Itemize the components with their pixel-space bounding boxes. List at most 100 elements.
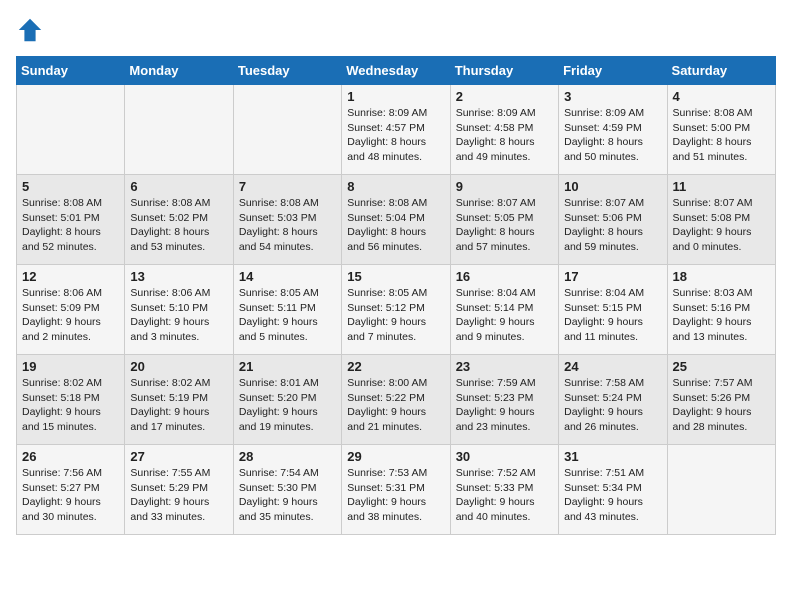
calendar-cell: 21Sunrise: 8:01 AM Sunset: 5:20 PM Dayli… [233,355,341,445]
day-info: Sunrise: 8:08 AM Sunset: 5:03 PM Dayligh… [239,196,336,255]
day-info: Sunrise: 7:56 AM Sunset: 5:27 PM Dayligh… [22,466,119,525]
calendar-cell: 13 Sunrise: 8:06 AM Sunset: 5:10 PM Dayli… [125,265,233,355]
day-number: 30 [456,449,553,464]
calendar-cell: 18 Sunrise: 8:03 AM Sunset: 5:16 PM Dayli… [667,265,775,355]
calendar-cell: 29Sunrise: 7:53 AM Sunset: 5:31 PM Dayli… [342,445,450,535]
calendar-cell: 4Sunrise: 8:08 AM Sunset: 5:00 PM Daylig… [667,85,775,175]
day-info: Sunrise: 7:51 AM Sunset: 5:34 PM Dayligh… [564,466,661,525]
weekday-sunday: Sunday [17,57,125,85]
day-number: 7 [239,179,336,194]
calendar-cell: 27Sunrise: 7:55 AM Sunset: 5:29 PM Dayli… [125,445,233,535]
calendar-cell: 9 Sunrise: 8:07 AM Sunset: 5:05 PM Daylig… [450,175,558,265]
day-info: Sunrise: 8:02 AM Sunset: 5:19 PM Dayligh… [130,376,227,435]
weekday-saturday: Saturday [667,57,775,85]
day-number: 22 [347,359,444,374]
day-info: Sunrise: 8:00 AM Sunset: 5:22 PM Dayligh… [347,376,444,435]
day-number: 6 [130,179,227,194]
day-info: Sunrise: 8:09 AM Sunset: 4:57 PM Dayligh… [347,106,444,165]
day-number: 26 [22,449,119,464]
day-info: Sunrise: 8:06 AM Sunset: 5:10 PM Dayligh… [130,286,227,345]
day-number: 10 [564,179,661,194]
calendar-cell: 25 Sunrise: 7:57 AM Sunset: 5:26 PM Dayli… [667,355,775,445]
day-info: Sunrise: 8:05 AM Sunset: 5:11 PM Dayligh… [239,286,336,345]
day-info: Sunrise: 7:57 AM Sunset: 5:26 PM Dayligh… [673,376,770,435]
calendar-cell: 10 Sunrise: 8:07 AM Sunset: 5:06 PM Dayli… [559,175,667,265]
day-number: 2 [456,89,553,104]
calendar-cell: 8 Sunrise: 8:08 AM Sunset: 5:04 PM Daylig… [342,175,450,265]
day-number: 11 [673,179,770,194]
day-number: 8 [347,179,444,194]
calendar-cell: 17 Sunrise: 8:04 AM Sunset: 5:15 PM Dayli… [559,265,667,355]
calendar-week-3: 12 Sunrise: 8:06 AM Sunset: 5:09 PM Dayli… [17,265,776,355]
day-info: Sunrise: 7:54 AM Sunset: 5:30 PM Dayligh… [239,466,336,525]
day-info: Sunrise: 8:06 AM Sunset: 5:09 PM Dayligh… [22,286,119,345]
day-number: 14 [239,269,336,284]
weekday-thursday: Thursday [450,57,558,85]
day-info: Sunrise: 8:02 AM Sunset: 5:18 PM Dayligh… [22,376,119,435]
calendar-week-4: 19 Sunrise: 8:02 AM Sunset: 5:18 PM Dayli… [17,355,776,445]
calendar-cell: 5 Sunrise: 8:08 AM Sunset: 5:01 PM Daylig… [17,175,125,265]
calendar-cell: 1 Sunrise: 8:09 AM Sunset: 4:57 PM Daylig… [342,85,450,175]
day-info: Sunrise: 8:07 AM Sunset: 5:08 PM Dayligh… [673,196,770,255]
day-info: Sunrise: 8:09 AM Sunset: 4:58 PM Dayligh… [456,106,553,165]
calendar-body: 1 Sunrise: 8:09 AM Sunset: 4:57 PM Daylig… [17,85,776,535]
day-info: Sunrise: 8:07 AM Sunset: 5:06 PM Dayligh… [564,196,661,255]
calendar-cell: 3 Sunrise: 8:09 AM Sunset: 4:59 PM Daylig… [559,85,667,175]
day-info: Sunrise: 7:59 AM Sunset: 5:23 PM Dayligh… [456,376,553,435]
calendar-cell: 31Sunrise: 7:51 AM Sunset: 5:34 PM Dayli… [559,445,667,535]
day-info: Sunrise: 8:05 AM Sunset: 5:12 PM Dayligh… [347,286,444,345]
weekday-monday: Monday [125,57,233,85]
calendar-cell: 16Sunrise: 8:04 AM Sunset: 5:14 PM Dayli… [450,265,558,355]
day-number: 4 [673,89,770,104]
day-number: 21 [239,359,336,374]
calendar-cell: 14 Sunrise: 8:05 AM Sunset: 5:11 PM Dayli… [233,265,341,355]
day-info: Sunrise: 7:55 AM Sunset: 5:29 PM Dayligh… [130,466,227,525]
day-info: Sunrise: 8:07 AM Sunset: 5:05 PM Dayligh… [456,196,553,255]
calendar-cell: 12 Sunrise: 8:06 AM Sunset: 5:09 PM Dayli… [17,265,125,355]
day-number: 15 [347,269,444,284]
day-number: 25 [673,359,770,374]
page-header [16,16,776,44]
calendar-cell: 26 Sunrise: 7:56 AM Sunset: 5:27 PM Dayli… [17,445,125,535]
day-number: 17 [564,269,661,284]
day-info: Sunrise: 8:08 AM Sunset: 5:04 PM Dayligh… [347,196,444,255]
calendar-cell: 19 Sunrise: 8:02 AM Sunset: 5:18 PM Dayli… [17,355,125,445]
day-number: 3 [564,89,661,104]
day-number: 23 [456,359,553,374]
day-number: 5 [22,179,119,194]
calendar-cell: 24Sunrise: 7:58 AM Sunset: 5:24 PM Dayli… [559,355,667,445]
day-number: 1 [347,89,444,104]
calendar-cell [125,85,233,175]
day-number: 20 [130,359,227,374]
calendar-cell: 6 Sunrise: 8:08 AM Sunset: 5:02 PM Daylig… [125,175,233,265]
day-info: Sunrise: 8:04 AM Sunset: 5:15 PM Dayligh… [564,286,661,345]
calendar-cell: 23 Sunrise: 7:59 AM Sunset: 5:23 PM Dayli… [450,355,558,445]
day-number: 12 [22,269,119,284]
calendar-week-5: 26 Sunrise: 7:56 AM Sunset: 5:27 PM Dayli… [17,445,776,535]
day-number: 9 [456,179,553,194]
weekday-friday: Friday [559,57,667,85]
day-info: Sunrise: 8:08 AM Sunset: 5:02 PM Dayligh… [130,196,227,255]
day-info: Sunrise: 7:52 AM Sunset: 5:33 PM Dayligh… [456,466,553,525]
weekday-tuesday: Tuesday [233,57,341,85]
calendar-cell: 11 Sunrise: 8:07 AM Sunset: 5:08 PM Dayli… [667,175,775,265]
day-number: 19 [22,359,119,374]
day-info: Sunrise: 8:04 AM Sunset: 5:14 PM Dayligh… [456,286,553,345]
calendar-cell [667,445,775,535]
calendar-cell: 2 Sunrise: 8:09 AM Sunset: 4:58 PM Daylig… [450,85,558,175]
calendar-week-1: 1 Sunrise: 8:09 AM Sunset: 4:57 PM Daylig… [17,85,776,175]
day-number: 24 [564,359,661,374]
day-info: Sunrise: 8:08 AM Sunset: 5:01 PM Dayligh… [22,196,119,255]
calendar-cell: 28Sunrise: 7:54 AM Sunset: 5:30 PM Dayli… [233,445,341,535]
calendar-week-2: 5 Sunrise: 8:08 AM Sunset: 5:01 PM Daylig… [17,175,776,265]
day-number: 18 [673,269,770,284]
day-number: 29 [347,449,444,464]
day-info: Sunrise: 8:09 AM Sunset: 4:59 PM Dayligh… [564,106,661,165]
day-info: Sunrise: 8:03 AM Sunset: 5:16 PM Dayligh… [673,286,770,345]
calendar-header: Sunday Monday Tuesday Wednesday Thursday… [17,57,776,85]
day-number: 13 [130,269,227,284]
calendar-cell [233,85,341,175]
calendar-cell: 20 Sunrise: 8:02 AM Sunset: 5:19 PM Dayli… [125,355,233,445]
calendar-table: Sunday Monday Tuesday Wednesday Thursday… [16,56,776,535]
calendar-cell: 22 Sunrise: 8:00 AM Sunset: 5:22 PM Dayli… [342,355,450,445]
